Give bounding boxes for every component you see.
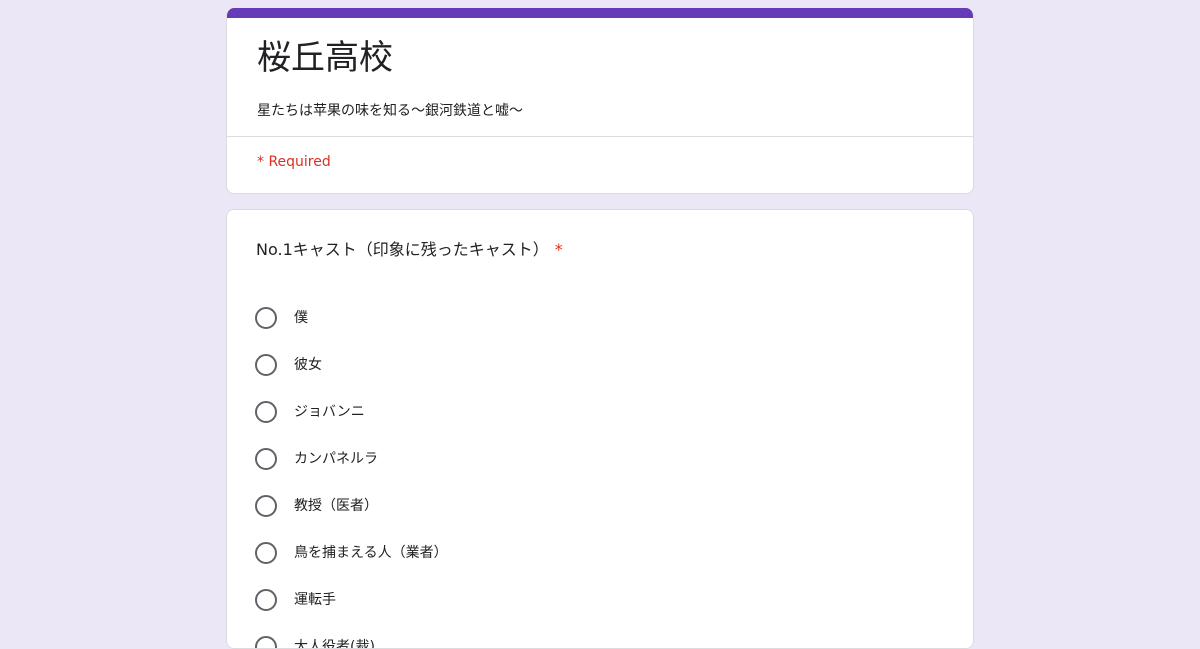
- radio-option[interactable]: 運転手: [255, 576, 448, 623]
- option-label: ジョバンニ: [294, 402, 365, 422]
- option-label: 教授（医者）: [294, 496, 378, 516]
- header-divider: [227, 136, 973, 137]
- question-card: No.1キャスト（印象に残ったキャスト） * 僕 彼女 ジョバンニ カンパネルラ …: [226, 209, 974, 649]
- radio-button[interactable]: [255, 495, 277, 517]
- option-label: 彼女: [294, 355, 322, 375]
- accent-bar: [227, 8, 973, 18]
- required-note: * Required: [257, 151, 331, 173]
- form-header-card: 桜丘高校 星たちは苹果の味を知る〜銀河鉄道と嘘〜 * Required: [226, 8, 974, 194]
- form-container: 桜丘高校 星たちは苹果の味を知る〜銀河鉄道と嘘〜 * Required No.1…: [226, 8, 974, 649]
- radio-button[interactable]: [255, 636, 277, 649]
- question-title-text: No.1キャスト（印象に残ったキャスト）: [256, 240, 549, 259]
- radio-button[interactable]: [255, 448, 277, 470]
- radio-options: 僕 彼女 ジョバンニ カンパネルラ 教授（医者） 鳥を捕まえる人（業者）: [255, 294, 448, 649]
- radio-option[interactable]: 教授（医者）: [255, 482, 448, 529]
- radio-option[interactable]: カンパネルラ: [255, 435, 448, 482]
- option-label: 鳥を捕まえる人（業者）: [294, 543, 448, 563]
- form-title: 桜丘高校: [257, 36, 393, 80]
- radio-button[interactable]: [255, 401, 277, 423]
- radio-option[interactable]: 鳥を捕まえる人（業者）: [255, 529, 448, 576]
- form-description: 星たちは苹果の味を知る〜銀河鉄道と嘘〜: [257, 99, 523, 123]
- radio-button[interactable]: [255, 354, 277, 376]
- question-title: No.1キャスト（印象に残ったキャスト） *: [256, 238, 563, 262]
- option-label: 運転手: [294, 590, 336, 610]
- required-star: *: [555, 240, 563, 259]
- radio-option[interactable]: ジョバンニ: [255, 388, 448, 435]
- radio-option[interactable]: 大人役者(裁): [255, 623, 448, 649]
- option-label: 僕: [294, 308, 308, 328]
- radio-button[interactable]: [255, 589, 277, 611]
- radio-option[interactable]: 彼女: [255, 341, 448, 388]
- radio-option[interactable]: 僕: [255, 294, 448, 341]
- radio-button[interactable]: [255, 307, 277, 329]
- option-label: カンパネルラ: [294, 449, 378, 469]
- radio-button[interactable]: [255, 542, 277, 564]
- option-label: 大人役者(裁): [294, 637, 375, 649]
